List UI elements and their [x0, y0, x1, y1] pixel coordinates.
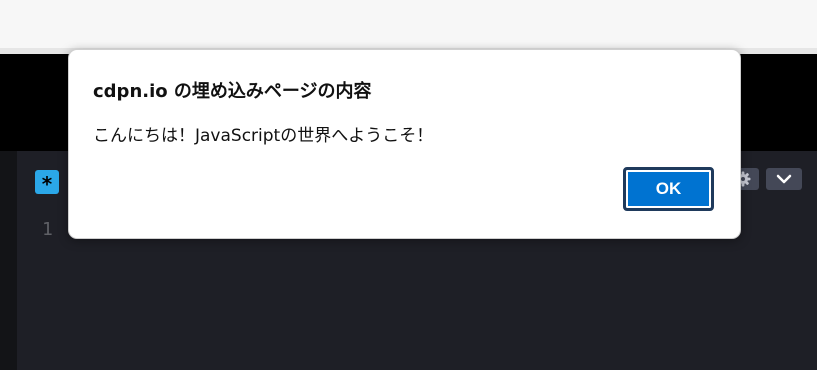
pen-badge-icon: * [35, 170, 59, 196]
ok-button[interactable]: OK [623, 167, 714, 211]
dialog-message: こんにちは！JavaScriptの世界へようこそ！ [93, 126, 434, 146]
browser-toolbar [0, 0, 817, 49]
dialog-title: cdpn.io の埋め込みページの内容 [93, 81, 372, 102]
alert-dialog: cdpn.io の埋め込みページの内容 こんにちは！JavaScriptの世界へ… [68, 49, 741, 239]
chevron-down-icon [776, 174, 792, 184]
editor-left-edge [0, 151, 17, 370]
line-number: 1 [42, 219, 53, 240]
editor-collapse-button[interactable] [766, 168, 802, 190]
screen: * 1 cdpn.io の埋め込みページの内容 こんにちは！JavaScript… [0, 0, 817, 370]
